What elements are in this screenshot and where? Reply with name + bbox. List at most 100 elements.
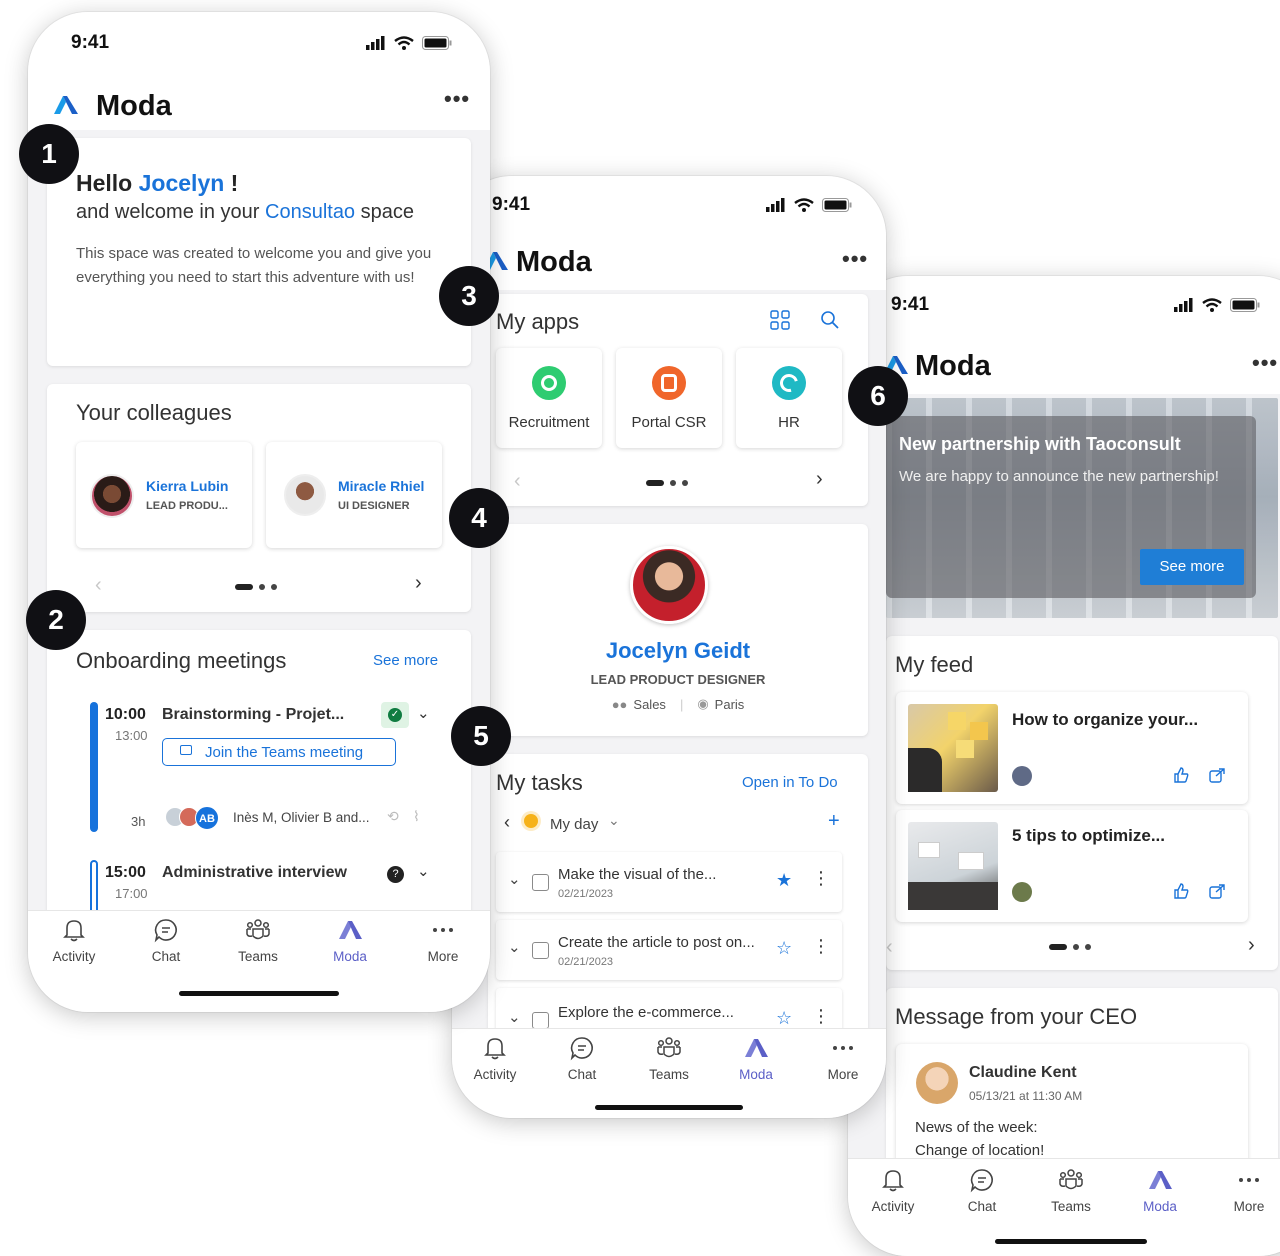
tab-label: More <box>827 1067 859 1082</box>
task-row[interactable]: ⌄ Make the visual of the... 02/21/2023 ★… <box>496 852 842 912</box>
grid-view-icon[interactable] <box>770 310 790 330</box>
join-meeting-label: Join the Teams meeting <box>205 744 364 761</box>
task-row[interactable]: ⌄ Create the article to post on... 02/21… <box>496 920 842 980</box>
expand-chevron-icon[interactable]: ⌄ <box>508 870 521 888</box>
welcome-body: This space was created to welcome you an… <box>76 245 432 286</box>
tab-teams[interactable]: Teams <box>218 917 298 964</box>
tab-moda[interactable]: Moda <box>310 917 390 964</box>
status-bar: 9:41 <box>848 276 1280 336</box>
tab-label: Activity <box>473 1067 517 1082</box>
meeting-status-unknown-icon: ? <box>387 866 404 883</box>
kebab-menu-icon[interactable]: ⋮ <box>812 1006 830 1027</box>
like-icon[interactable] <box>1172 882 1190 900</box>
subtitle-prefix: and welcome in your <box>76 201 260 223</box>
phone-screen-apps: 9:41 Moda ••• My apps Recruitment Portal… <box>452 176 886 1118</box>
tab-activity[interactable]: Activity <box>455 1035 535 1082</box>
chevron-left-icon[interactable]: ‹ <box>886 936 893 959</box>
kebab-menu-icon[interactable]: ⋮ <box>812 868 830 889</box>
star-filled-icon[interactable]: ★ <box>776 870 792 891</box>
chevron-down-icon[interactable]: ⌄ <box>608 812 620 829</box>
feed-item[interactable]: How to organize your... <box>896 692 1248 804</box>
repeat-icon: ⟲ <box>387 808 399 824</box>
tab-moda[interactable]: Moda <box>1120 1167 1200 1214</box>
status-time: 9:41 <box>71 32 110 53</box>
kebab-menu-icon[interactable]: ⋮ <box>812 936 830 957</box>
profile-avatar[interactable] <box>630 546 708 624</box>
more-options-icon[interactable]: ••• <box>1252 350 1278 376</box>
meeting-status-accepted-icon: ✓ <box>381 702 409 728</box>
team-icon: ●● <box>611 696 628 712</box>
more-options-icon[interactable]: ••• <box>444 86 470 112</box>
wifi-icon <box>1202 298 1222 312</box>
chevron-down-icon[interactable]: ⌄ <box>417 862 430 880</box>
colleague-card[interactable]: Miracle Rhiel UI DESIGNER <box>266 442 442 548</box>
task-checkbox[interactable] <box>532 874 549 891</box>
add-task-icon[interactable]: + <box>828 810 840 833</box>
like-icon[interactable] <box>1172 766 1190 784</box>
feed-item[interactable]: 5 tips to optimize... <box>896 810 1248 922</box>
tab-label: Teams <box>238 949 278 964</box>
moda-logo-icon <box>54 96 78 114</box>
divider: | <box>679 696 684 712</box>
tab-teams[interactable]: Teams <box>629 1035 709 1082</box>
star-outline-icon[interactable]: ☆ <box>776 1008 792 1029</box>
star-outline-icon[interactable]: ☆ <box>776 938 792 959</box>
join-teams-meeting-button[interactable]: Join the Teams meeting <box>162 738 396 766</box>
colleague-card[interactable]: Kierra Lubin LEAD PRODU... <box>76 442 252 548</box>
task-date: 02/21/2023 <box>558 956 614 968</box>
pager-dots <box>646 480 688 486</box>
tab-label: Teams <box>649 1067 689 1082</box>
meetings-see-more-link[interactable]: See more <box>373 652 438 669</box>
profile-location: Paris <box>714 696 745 712</box>
tab-more[interactable]: More <box>403 917 483 964</box>
author-avatar <box>1012 882 1032 902</box>
tasks-title: My tasks <box>496 770 583 795</box>
tab-moda[interactable]: Moda <box>716 1035 796 1082</box>
tab-activity[interactable]: Activity <box>853 1167 933 1214</box>
chevron-left-icon[interactable]: ‹ <box>504 812 510 833</box>
my-apps-title: My apps <box>496 309 580 334</box>
task-checkbox[interactable] <box>532 942 549 959</box>
more-options-icon[interactable]: ••• <box>842 246 868 272</box>
app-tile-hr[interactable]: HR <box>736 348 842 448</box>
meeting-title: Administrative interview <box>162 864 347 881</box>
open-in-todo-link[interactable]: Open in To Do <box>742 774 838 791</box>
tab-more[interactable]: More <box>803 1035 883 1082</box>
chevron-down-icon[interactable]: ⌄ <box>417 704 430 722</box>
share-icon[interactable] <box>1208 766 1226 784</box>
feed-title: My feed <box>895 652 974 677</box>
tab-teams[interactable]: Teams <box>1031 1167 1111 1214</box>
chevron-right-icon[interactable]: › <box>816 468 823 491</box>
tab-label: Moda <box>739 1067 773 1082</box>
recruitment-icon <box>532 366 566 400</box>
expand-chevron-icon[interactable]: ⌄ <box>508 1008 521 1026</box>
chevron-right-icon[interactable]: › <box>415 572 422 595</box>
day-filter[interactable]: My day <box>550 816 598 833</box>
task-checkbox[interactable] <box>532 1012 549 1029</box>
news-see-more-button[interactable]: See more <box>1140 549 1244 585</box>
meeting-duration: 3h <box>131 814 146 829</box>
chevron-left-icon[interactable]: ‹ <box>95 574 102 597</box>
ceo-name: Claudine Kent <box>969 1064 1077 1081</box>
tab-activity[interactable]: Activity <box>34 917 114 964</box>
tab-more[interactable]: More <box>1209 1167 1280 1214</box>
meeting-end: 17:00 <box>115 886 148 901</box>
expand-chevron-icon[interactable]: ⌄ <box>508 938 521 956</box>
attachment-icon: ⌇ <box>413 808 420 824</box>
news-banner[interactable]: New partnership with Taoconsult We are h… <box>886 398 1278 618</box>
chevron-right-icon[interactable]: › <box>1248 934 1255 957</box>
app-tile-recruitment[interactable]: Recruitment <box>496 348 602 448</box>
callout-badge: 1 <box>19 124 79 184</box>
chevron-left-icon[interactable]: ‹ <box>514 470 521 493</box>
tab-label: Activity <box>52 949 96 964</box>
share-icon[interactable] <box>1208 882 1226 900</box>
meeting-start: 15:00 <box>105 864 146 881</box>
app-tile-portal-csr[interactable]: Portal CSR <box>616 348 722 448</box>
tab-chat[interactable]: Chat <box>542 1035 622 1082</box>
tab-label: Chat <box>151 949 181 964</box>
moda-tab-icon <box>1149 1171 1172 1189</box>
tab-chat[interactable]: Chat <box>942 1167 1022 1214</box>
search-icon[interactable] <box>820 310 840 330</box>
tab-chat[interactable]: Chat <box>126 917 206 964</box>
location-pin-icon: ◉ <box>697 696 709 711</box>
